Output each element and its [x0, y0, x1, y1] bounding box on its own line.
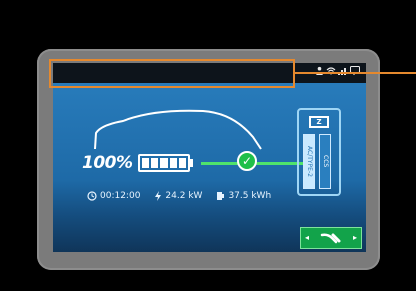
battery-cell: [151, 158, 159, 168]
battery-cell: [169, 158, 177, 168]
power-value: 24.2 kW: [165, 191, 203, 201]
car-outline-icon: [94, 109, 262, 150]
stat-time: 00:12:00: [87, 191, 140, 201]
check-icon: ✓: [237, 151, 257, 171]
battery-cap: [190, 159, 193, 167]
status-bar-callout: [49, 59, 295, 88]
stat-power: 24.2 kW: [154, 191, 202, 201]
plug-label-ccs: CCS: [319, 134, 331, 189]
energy-value: 37.5 kWh: [228, 191, 272, 201]
charge-stats: 00:12:00 24.2 kW 37.5 kWh: [87, 191, 271, 201]
charger-screen: 100% ✓ Z AC/TYPE-2 CCS 00:12:00 24.2 kW …: [53, 63, 366, 252]
charge-percent: 100%: [82, 153, 133, 173]
time-value: 00:12:00: [100, 191, 141, 201]
plug-icon: [217, 192, 225, 200]
charger-display: Z: [309, 116, 329, 128]
charger-station-icon: Z AC/TYPE-2 CCS: [297, 108, 341, 196]
clock-icon: [87, 191, 97, 201]
chevron-left-icon: ◂: [305, 233, 310, 242]
battery-cell: [160, 158, 168, 168]
battery-cell: [142, 158, 150, 168]
plug-label-ac: AC/TYPE-2: [303, 134, 315, 189]
lightning-icon: [155, 191, 162, 201]
page: 100% ✓ Z AC/TYPE-2 CCS 00:12:00 24.2 kW …: [0, 0, 416, 291]
start-charging-button[interactable]: ◂ ▸: [300, 227, 362, 249]
battery-icon: [138, 154, 190, 172]
callout-leader-line: [295, 72, 416, 74]
battery-cell: [178, 158, 187, 168]
stat-energy: 37.5 kWh: [216, 191, 271, 201]
chevron-right-icon: ▸: [352, 233, 357, 242]
charging-plug-icon: [320, 233, 341, 244]
